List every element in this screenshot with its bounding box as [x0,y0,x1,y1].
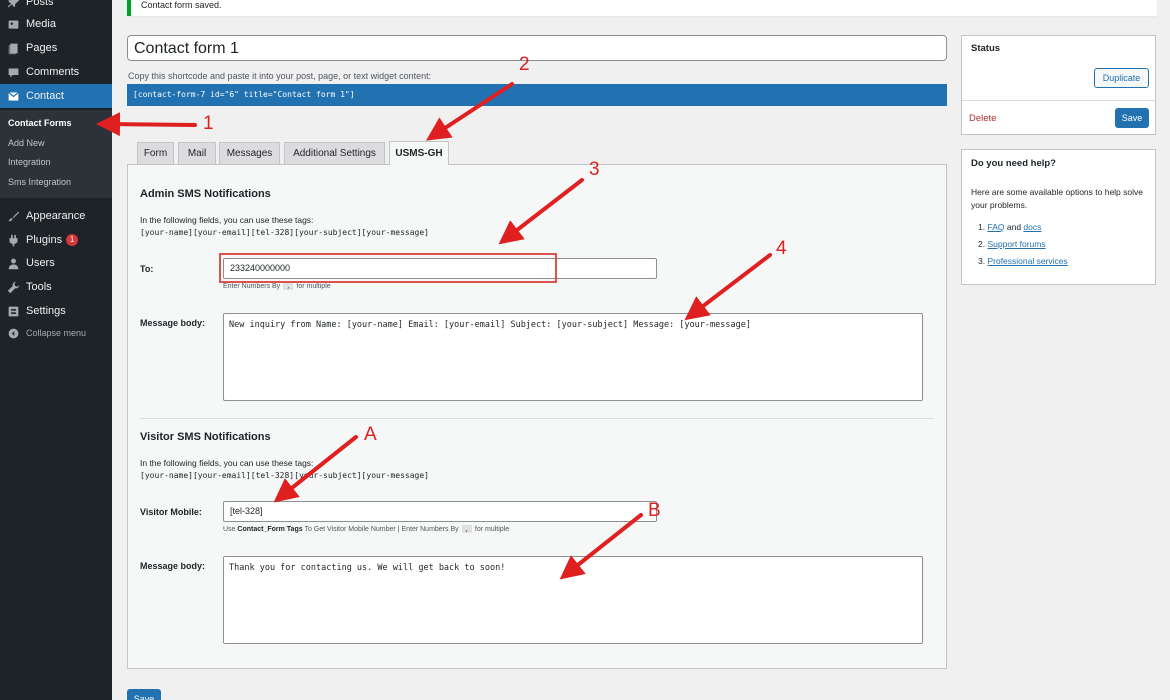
help-intro: Here are some available options to help … [971,187,1143,210]
wrench-icon [0,281,26,294]
user-icon [0,257,26,270]
annotation-highlight-box [219,253,557,283]
submenu-sms-integration[interactable]: Sms Integration [8,177,71,187]
annotation-label-b: B [648,500,661,521]
menu-label: Tools [26,281,52,293]
admin-tags-hint: In the following fields, you can use the… [140,215,314,225]
tab-mail[interactable]: Mail [178,142,216,164]
bottom-save-button[interactable]: Save [127,689,161,700]
menu-label: Comments [26,66,80,78]
menu-label: Pages [26,42,58,54]
shortcode-field[interactable]: [contact-form-7 id="6" title="Contact fo… [127,84,947,106]
delete-link[interactable]: Delete [969,113,996,124]
tab-form[interactable]: Form [137,142,174,164]
help-title: Do you need help? [971,158,1056,169]
admin-message-body[interactable]: New inquiry from Name: [your-name] Email… [223,313,923,401]
usms-gh-panel: Admin SMS Notifications In the following… [127,164,947,669]
settings-icon [0,305,26,318]
status-divider [962,100,1155,101]
help-list: 1. FAQ and docs 2. Support forums 3. Pro… [978,222,1068,273]
annotation-label-3: 3 [589,159,600,180]
to-note: Enter Numbers By, for multiple [223,282,331,290]
annotation-label-1: 1 [203,113,214,134]
professional-services-link[interactable]: Professional services [987,256,1067,266]
menu-label: Contact [26,90,64,102]
menu-plugins[interactable]: Plugins 1 [0,228,112,252]
pages-icon [0,42,26,55]
tab-usms-gh[interactable]: USMS-GH [389,141,449,165]
status-title: Status [971,43,1001,54]
visitor-mobile-note: Use Contact_Form Tags To Get Visitor Mob… [223,525,510,533]
menu-settings[interactable]: Settings [0,299,112,323]
visitor-mobile-input[interactable]: [tel-328] [223,501,657,522]
to-label: To: [140,264,154,274]
menu-tools[interactable]: Tools [0,275,112,299]
tab-messages[interactable]: Messages [219,142,280,164]
mail-icon [0,90,26,103]
annotation-label-a: A [364,424,377,445]
submenu-contact-forms[interactable]: Contact Forms [8,118,72,128]
menu-label: Collapse menu [26,328,87,338]
annotation-label-4: 4 [776,238,787,259]
success-notice: Contact form saved. [127,0,1157,16]
faq-link[interactable]: FAQ [987,222,1004,232]
section-divider [140,418,934,419]
menu-label: Settings [26,305,66,317]
menu-label: Posts [26,0,54,8]
menu-contact[interactable]: Contact [0,84,112,108]
pin-icon [0,0,26,9]
menu-label: Media [26,18,56,30]
status-box: Status Duplicate Delete Save [961,35,1156,135]
menu-media[interactable]: Media [0,12,112,36]
submenu-integration[interactable]: Integration [8,157,51,167]
support-forums-link[interactable]: Support forums [987,239,1045,249]
menu-collapse[interactable]: Collapse menu [0,321,112,345]
menu-users[interactable]: Users [0,251,112,275]
form-title-input[interactable]: Contact form 1 [127,35,947,61]
admin-sidebar: Posts Media Pages Comments Contact Conta… [0,0,112,700]
menu-comments[interactable]: Comments [0,60,112,84]
visitor-body-label: Message body: [140,561,206,571]
admin-tags-list: [your-name][your-email][tel-328][your-su… [140,228,429,237]
brush-icon [0,210,26,223]
notice-text: Contact form saved. [141,0,222,10]
submenu-add-new[interactable]: Add New [8,138,45,148]
comments-icon [0,66,26,79]
media-icon [0,18,26,31]
collapse-icon [0,327,26,340]
menu-label: Appearance [26,210,86,222]
menu-label: Users [26,257,55,269]
contact-submenu: Contact Forms Add New Integration Sms In… [0,110,112,198]
list-item: 2. Support forums [978,239,1046,249]
help-box: Do you need help? Here are some availabl… [961,149,1156,285]
plug-icon [0,234,26,247]
menu-label: Plugins [26,234,63,246]
visitor-tags-list: [your-name][your-email][tel-328][your-su… [140,471,429,480]
menu-appearance[interactable]: Appearance [0,204,112,228]
visitor-heading: Visitor SMS Notifications [140,431,271,443]
admin-body-label: Message body: [140,318,206,328]
tab-additional-settings[interactable]: Additional Settings [284,142,385,164]
annotation-label-2: 2 [519,54,530,75]
visitor-mobile-label: Visitor Mobile: [140,507,202,517]
menu-pages[interactable]: Pages [0,36,112,60]
save-button[interactable]: Save [1115,108,1149,128]
admin-heading: Admin SMS Notifications [140,188,271,200]
list-item: 1. FAQ and docs [978,222,1042,232]
docs-link[interactable]: docs [1023,222,1041,232]
list-item: 3. Professional services [978,256,1068,266]
visitor-tags-hint: In the following fields, you can use the… [140,458,314,468]
duplicate-button[interactable]: Duplicate [1094,68,1149,88]
shortcode-hint: Copy this shortcode and paste it into yo… [128,71,432,81]
plugins-update-badge: 1 [66,234,79,246]
visitor-message-body[interactable]: Thank you for contacting us. We will get… [223,556,923,644]
